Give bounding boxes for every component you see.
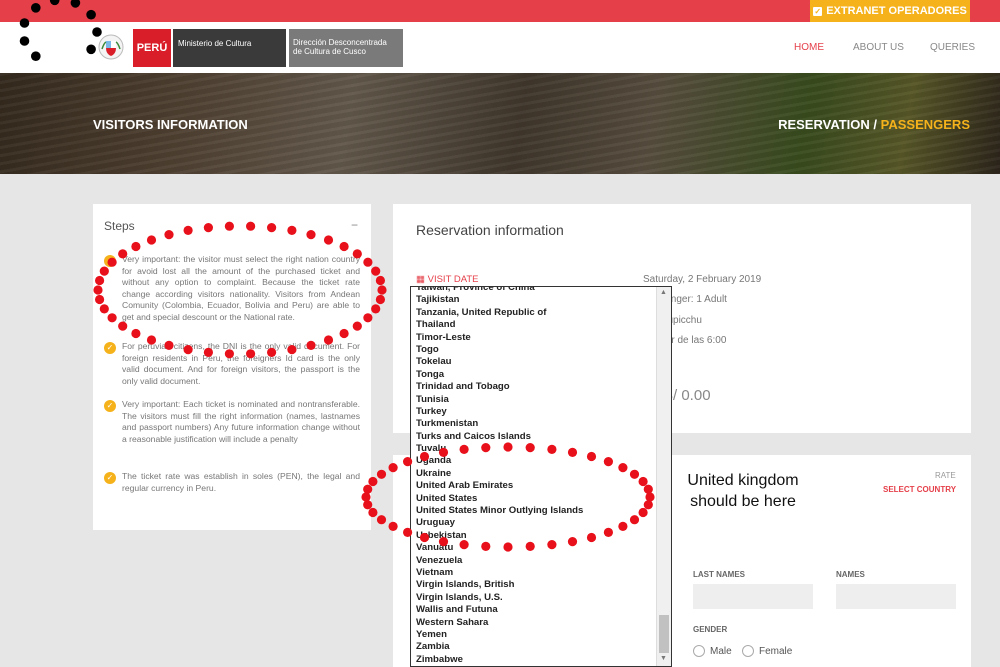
country-option[interactable]: United States: [416, 493, 656, 505]
female-label: Female: [759, 645, 793, 657]
direction-logo[interactable]: Dirección Desconcentrada de Cultura de C…: [289, 29, 403, 67]
calendar-icon: ▦: [416, 274, 425, 285]
country-option[interactable]: Tuvalu: [416, 443, 656, 455]
country-option[interactable]: Trinidad and Tobago: [416, 381, 656, 393]
check-circle-icon: ✓: [104, 400, 116, 412]
country-option[interactable]: Turkmenistan: [416, 418, 656, 430]
country-option[interactable]: Wallis and Futuna: [416, 604, 656, 616]
country-dropdown-list[interactable]: Taiwan, Province of China Tajikistan Tanza…: [410, 286, 672, 667]
country-option[interactable]: Western Sahara: [416, 617, 656, 629]
country-option[interactable]: Tonga: [416, 369, 656, 381]
step-item: ✓ For peruvian citizens, the DNI is the …: [104, 341, 360, 387]
country-option[interactable]: Venezuela: [416, 555, 656, 567]
country-option[interactable]: Timor-Leste: [416, 332, 656, 344]
annotation-dot: [371, 266, 381, 276]
country-option[interactable]: Zimbabwe: [416, 654, 656, 666]
breadcrumb-passengers: PASSENGERS: [880, 117, 970, 132]
gender-male-radio[interactable]: Male: [693, 645, 732, 657]
country-option[interactable]: Vanuatu: [416, 542, 656, 554]
nav-about-us[interactable]: ABOUT US: [853, 42, 904, 53]
country-option[interactable]: Virgin Islands, British: [416, 579, 656, 591]
country-option[interactable]: Togo: [416, 344, 656, 356]
step-item: ✓ Very important: the visitor must selec…: [104, 254, 360, 324]
country-option[interactable]: Yemen: [416, 629, 656, 641]
annotation-dot: [375, 294, 385, 305]
steps-panel: Steps − ✓ Very important: the visitor mu…: [93, 204, 371, 530]
step-text: For peruvian citizens, the DNI is the on…: [122, 341, 360, 386]
visit-date-label: ▦ VISIT DATE: [416, 274, 478, 285]
check-circle-icon: ✓: [104, 255, 116, 267]
breadcrumb: RESERVATION / PASSENGERS: [778, 117, 970, 132]
dropdown-scrollbar[interactable]: ▲ ▼: [656, 287, 671, 666]
annotation-dot: [376, 515, 387, 525]
gender-label: GENDER: [693, 625, 728, 634]
radio-circle: [693, 645, 705, 657]
last-names-label: LAST NAMES: [693, 570, 745, 579]
direction-label-2: de Cultura de Cusco: [293, 47, 366, 56]
select-country-label: SELECT COUNTRY: [883, 485, 957, 494]
step-text: Very important: the visitor must select …: [122, 254, 360, 322]
rate-label: RATE: [935, 471, 956, 480]
last-names-input[interactable]: [693, 584, 813, 609]
coat-of-arms-icon: [98, 34, 124, 60]
names-input[interactable]: [836, 584, 956, 609]
annotation-dot: [376, 469, 387, 479]
steps-title: Steps: [104, 219, 135, 233]
ministry-label: Ministerio de Cultura: [178, 39, 252, 48]
country-option[interactable]: Turks and Caicos Islands: [416, 431, 656, 443]
male-label: Male: [710, 645, 732, 657]
country-option[interactable]: Thailand: [416, 319, 656, 331]
check-circle-icon: ✓: [104, 342, 116, 354]
check-circle-icon: ✓: [104, 472, 116, 484]
step-item: ✓ The ticket rate was establish in soles…: [104, 471, 360, 494]
names-label: NAMES: [836, 570, 865, 579]
scroll-up-icon[interactable]: ▲: [660, 289, 667, 296]
country-option[interactable]: Tunisia: [416, 394, 656, 406]
banner-title: VISITORS INFORMATION: [93, 117, 248, 132]
direction-label-1: Dirección Desconcentrada: [293, 38, 387, 47]
extranet-label: EXTRANET OPERADORES: [826, 5, 967, 17]
extranet-button[interactable]: ✓ EXTRANET OPERADORES: [810, 0, 970, 22]
country-option[interactable]: Turkey: [416, 406, 656, 418]
country-options: Taiwan, Province of China Tajikistan Tanza…: [416, 287, 656, 666]
country-option[interactable]: Uganda: [416, 455, 656, 467]
country-option[interactable]: Taiwan, Province of China: [416, 287, 656, 294]
country-option[interactable]: Vietnam: [416, 567, 656, 579]
country-option[interactable]: United Arab Emirates: [416, 480, 656, 492]
reservation-title: Reservation information: [416, 222, 564, 238]
breadcrumb-reservation[interactable]: RESERVATION: [778, 117, 870, 132]
site-header: PERÚ Ministerio de Cultura Dirección Des…: [0, 22, 1000, 73]
nav-home[interactable]: HOME: [794, 42, 824, 53]
country-option[interactable]: Virgin Islands, U.S.: [416, 592, 656, 604]
country-option[interactable]: Ukraine: [416, 468, 656, 480]
visit-date-value: Saturday, 2 February 2019: [643, 274, 762, 285]
scroll-thumb[interactable]: [659, 615, 669, 653]
collapse-icon[interactable]: −: [351, 218, 358, 232]
hero-banner: VISITORS INFORMATION RESERVATION / PASSE…: [0, 73, 1000, 174]
country-option[interactable]: Uzbekistan: [416, 530, 656, 542]
country-option[interactable]: Tanzania, United Republic of: [416, 307, 656, 319]
gender-female-radio[interactable]: Female: [742, 645, 792, 657]
radio-circle: [742, 645, 754, 657]
annotation-note: United kingdom should be here: [687, 472, 799, 510]
country-option[interactable]: United States Minor Outlying Islands: [416, 505, 656, 517]
country-option[interactable]: Tajikistan: [416, 294, 656, 306]
step-text: The ticket rate was establish in soles (…: [122, 471, 360, 493]
step-text: Very important: Each ticket is nominated…: [122, 399, 360, 444]
check-square-icon: ✓: [813, 6, 823, 16]
peru-logo[interactable]: PERÚ: [133, 29, 171, 67]
ministry-logo[interactable]: Ministerio de Cultura: [173, 29, 286, 67]
annotation-dot: [371, 304, 381, 314]
nav-queries[interactable]: QUERIES: [930, 42, 975, 53]
country-option[interactable]: Uruguay: [416, 517, 656, 529]
peru-label: PERÚ: [136, 42, 168, 54]
scroll-down-icon[interactable]: ▼: [660, 655, 667, 662]
annotation-dot: [377, 285, 387, 295]
country-option[interactable]: Tokelau: [416, 356, 656, 368]
breadcrumb-separator: /: [869, 117, 881, 132]
country-option[interactable]: Zambia: [416, 641, 656, 653]
annotation-dot: [375, 275, 385, 286]
visit-date-label-text: VISIT DATE: [427, 274, 479, 285]
step-item: ✓ Very important: Each ticket is nominat…: [104, 399, 360, 445]
